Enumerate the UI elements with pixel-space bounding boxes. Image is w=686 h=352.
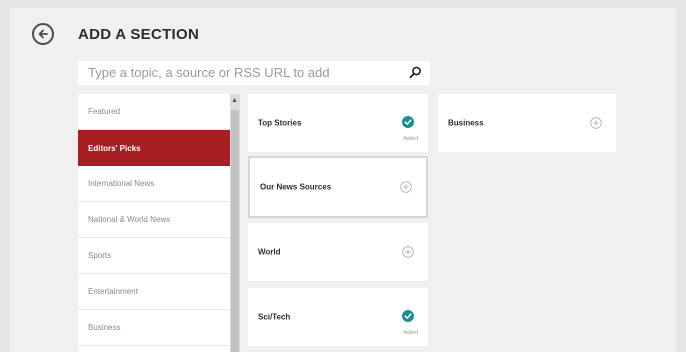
search-input[interactable]: Type a topic, a source or RSS URL to add <box>88 65 330 80</box>
add-circle-icon[interactable] <box>590 117 602 129</box>
scrollbar-thumb[interactable] <box>231 110 239 352</box>
category-item-international-news[interactable]: International News <box>78 166 230 202</box>
section-label: World <box>258 247 281 257</box>
section-label: Sci/Tech <box>258 312 291 322</box>
section-label: Top Stories <box>258 118 302 128</box>
category-label: Sports <box>88 251 112 260</box>
category-label: National & World News <box>88 215 171 224</box>
search-box[interactable]: Type a topic, a source or RSS URL to add <box>78 61 430 85</box>
category-label: Editors' Picks <box>88 143 141 153</box>
section-tile-sci-tech[interactable]: Sci/Tech Added <box>248 288 428 346</box>
page-title: ADD A SECTION <box>78 26 200 43</box>
section-label: Our News Sources <box>260 182 332 192</box>
checkmark-icon[interactable] <box>402 116 414 128</box>
checkmark-icon[interactable] <box>402 310 414 322</box>
section-tile-world[interactable]: World <box>248 223 428 281</box>
app-window: ADD A SECTION Type a topic, a source or … <box>10 8 676 352</box>
category-item-featured[interactable]: Featured <box>78 94 230 130</box>
category-list: Featured Editors' Picks International Ne… <box>78 94 230 352</box>
category-item-entertainment[interactable]: Entertainment <box>78 274 230 310</box>
category-item-editors-picks[interactable]: Editors' Picks <box>78 130 230 166</box>
category-label: Entertainment <box>88 287 138 296</box>
section-tile-our-news-sources[interactable]: Our News Sources <box>248 156 428 218</box>
category-item-business[interactable]: Business <box>78 310 230 346</box>
category-label: International News <box>88 179 155 188</box>
add-circle-icon[interactable] <box>402 246 414 258</box>
category-scrollbar[interactable]: ▲ <box>230 94 240 352</box>
add-circle-icon[interactable] <box>400 181 412 193</box>
back-button[interactable] <box>32 23 54 45</box>
back-arrow-icon <box>38 29 48 39</box>
search-icon[interactable] <box>409 66 422 79</box>
section-label: Business <box>448 118 484 128</box>
scroll-up-icon[interactable]: ▲ <box>231 97 238 104</box>
added-caption: Added <box>403 136 418 142</box>
section-tile-business[interactable]: Business <box>438 94 616 152</box>
category-item-national-world-news[interactable]: National & World News <box>78 202 230 238</box>
section-tile-top-stories[interactable]: Top Stories Added <box>248 94 428 152</box>
category-item-sports[interactable]: Sports <box>78 238 230 274</box>
added-caption: Added <box>403 330 418 336</box>
category-label: Featured <box>88 107 121 116</box>
category-label: Business <box>88 323 121 332</box>
